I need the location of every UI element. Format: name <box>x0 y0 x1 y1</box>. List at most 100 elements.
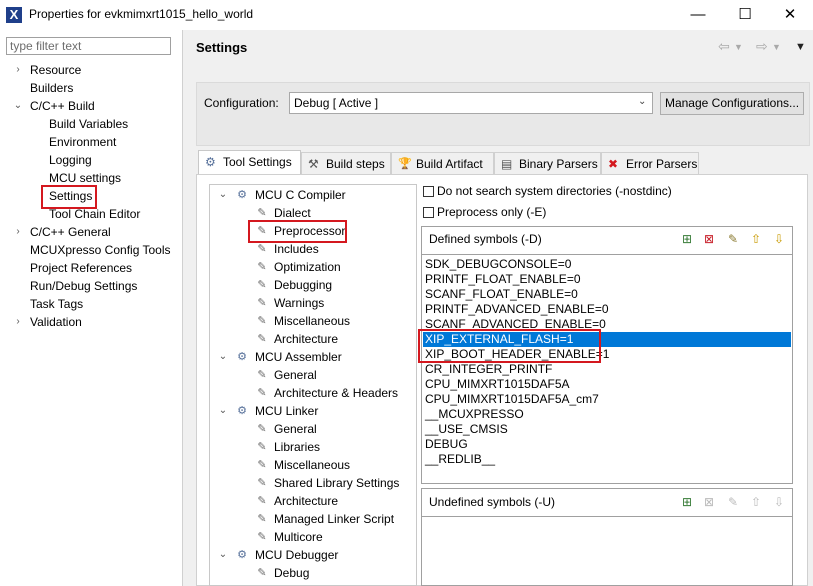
symbol-row[interactable]: __USE_CMSIS <box>425 422 508 437</box>
chevron-down-icon[interactable]: ⌄ <box>12 97 24 115</box>
tab-tool-settings[interactable]: ⚙ Tool Settings <box>198 150 301 175</box>
nav-item[interactable]: Task Tags <box>0 295 182 313</box>
nav-item[interactable]: › C/C++ General <box>0 223 182 241</box>
delete-undefined-symbol-icon[interactable]: ⊠ <box>702 495 716 509</box>
tool-tree-label: Managed Linker Script <box>274 512 395 526</box>
move-down-undefined-icon[interactable]: ⇩ <box>772 495 786 509</box>
back-dropdown-icon[interactable]: ▼ <box>734 42 743 52</box>
move-up-undefined-icon[interactable]: ⇧ <box>749 495 763 509</box>
delete-symbol-icon[interactable]: ⊠ <box>702 232 716 246</box>
tool-tree-label: MCU C Compiler <box>255 188 346 202</box>
symbol-row[interactable]: CR_INTEGER_PRINTF <box>425 362 552 377</box>
close-button[interactable]: ✕ <box>767 0 813 30</box>
symbol-row[interactable]: __MCUXPRESSO <box>425 407 524 422</box>
minimize-button[interactable]: — <box>675 0 721 30</box>
option-page-icon: ✎ <box>257 279 267 291</box>
tab-build-artifact[interactable]: 🏆 Build Artifact <box>391 152 494 174</box>
nav-item[interactable]: › Validation <box>0 313 182 331</box>
nav-item[interactable]: Builders <box>0 79 182 97</box>
configuration-value: Debug [ Active ] <box>294 96 379 110</box>
forward-arrow-icon[interactable]: ⇨ <box>756 38 768 55</box>
nav-item-label: Builders <box>30 81 74 95</box>
chevron-down-icon[interactable]: ⌄ <box>217 546 229 564</box>
symbol-row[interactable]: CPU_MIMXRT1015DAF5A_cm7 <box>425 392 599 407</box>
tool-tree-category[interactable]: ⌄ ⚙ MCU Assembler <box>213 348 413 366</box>
option-page-icon: ✎ <box>257 513 267 525</box>
tool-tree-label: Multicore <box>274 530 323 544</box>
tool-tree-item[interactable]: ✎ Debug <box>213 564 413 582</box>
tool-tree-item[interactable]: ✎ Architecture & Headers <box>213 384 413 402</box>
nav-item[interactable]: MCUXpresso Config Tools <box>0 241 182 259</box>
tool-tree-item[interactable]: ✎ Architecture <box>213 492 413 510</box>
chevron-right-icon[interactable]: › <box>12 313 24 331</box>
add-symbol-icon[interactable]: ⊞ <box>680 232 694 246</box>
nav-item[interactable]: Logging <box>0 151 182 169</box>
tool-tree-item[interactable]: ✎ Warnings <box>213 294 413 312</box>
tab-error-parsers[interactable]: ✖ Error Parsers <box>601 152 699 174</box>
tool-tree-item[interactable]: ✎ General <box>213 420 413 438</box>
nostdinc-checkbox[interactable] <box>423 186 434 197</box>
add-undefined-symbol-icon[interactable]: ⊞ <box>680 495 694 509</box>
chevron-down-icon[interactable]: ⌄ <box>217 186 229 204</box>
tool-tree-item[interactable]: ✎ Architecture <box>213 330 413 348</box>
tool-tree-item[interactable]: ✎ Libraries <box>213 438 413 456</box>
window-title: Properties for evkmimxrt1015_hello_world <box>29 7 254 21</box>
option-page-icon: ✎ <box>257 477 267 489</box>
option-page-icon: ✎ <box>257 423 267 435</box>
nav-item[interactable]: › Resource <box>0 61 182 79</box>
tool-tree-item[interactable]: ✎ Miscellaneous <box>213 312 413 330</box>
chevron-right-icon[interactable]: › <box>12 61 24 79</box>
move-down-icon[interactable]: ⇩ <box>772 232 786 246</box>
tab-binary-parsers[interactable]: ▤ Binary Parsers <box>494 152 601 174</box>
pane-divider[interactable] <box>182 30 183 586</box>
option-page-icon: ✎ <box>257 261 267 273</box>
edit-symbol-icon[interactable]: ✎ <box>726 232 740 246</box>
nav-item[interactable]: Environment <box>0 133 182 151</box>
tool-tree-item[interactable]: ✎ Managed Linker Script <box>213 510 413 528</box>
nav-item[interactable]: ⌄ C/C++ Build <box>0 97 182 115</box>
tool-tree-item[interactable]: ✎ Multicore <box>213 528 413 546</box>
maximize-button[interactable]: ☐ <box>722 0 768 30</box>
back-arrow-icon[interactable]: ⇦ <box>718 38 730 55</box>
tab-build-steps[interactable]: ⚒ Build steps <box>301 152 391 174</box>
tool-tree-label: MCU Debugger <box>255 548 339 562</box>
nav-item[interactable]: Project References <box>0 259 182 277</box>
filter-input[interactable] <box>6 37 171 55</box>
manage-configurations-button[interactable]: Manage Configurations... <box>660 92 804 115</box>
tab-label: Build steps <box>326 157 385 171</box>
tab-label: Tool Settings <box>223 155 292 169</box>
symbol-row[interactable]: PRINTF_FLOAT_ENABLE=0 <box>425 272 581 287</box>
tool-tree-item[interactable]: ✎ Optimization <box>213 258 413 276</box>
symbol-row[interactable]: SCANF_FLOAT_ENABLE=0 <box>425 287 578 302</box>
symbol-row[interactable]: PRINTF_ADVANCED_ENABLE=0 <box>425 302 609 317</box>
forward-dropdown-icon[interactable]: ▼ <box>772 42 781 52</box>
tool-tree-category[interactable]: ⌄ ⚙ MCU C Compiler <box>213 186 413 204</box>
symbol-row[interactable]: __REDLIB__ <box>425 452 495 467</box>
option-page-icon: ✎ <box>257 495 267 507</box>
nav-item[interactable]: Run/Debug Settings <box>0 277 182 295</box>
tool-tree-item[interactable]: ✎ General <box>213 366 413 384</box>
nav-item[interactable]: Build Variables <box>0 115 182 133</box>
symbol-row[interactable]: CPU_MIMXRT1015DAF5A <box>425 377 570 392</box>
symbol-row[interactable]: SDK_DEBUGCONSOLE=0 <box>425 257 571 272</box>
chevron-down-icon[interactable]: ⌄ <box>217 402 229 420</box>
tool-tree-category[interactable]: ⌄ ⚙ MCU Linker <box>213 402 413 420</box>
preprocess-only-checkbox[interactable] <box>423 207 434 218</box>
defined-symbols-title: Defined symbols (-D) <box>429 232 542 246</box>
tool-tree-label: Optimization <box>274 260 341 274</box>
tool-tree-label: MCU Assembler <box>255 350 342 364</box>
tool-tree-item[interactable]: ✎ Shared Library Settings <box>213 474 413 492</box>
tool-tree-label: Architecture <box>274 494 339 508</box>
tool-tree-item[interactable]: ✎ Miscellaneous <box>213 456 413 474</box>
tool-tree-label: Architecture <box>274 332 339 346</box>
tool-gear-icon: ⚙ <box>237 351 247 363</box>
tool-tree-item[interactable]: ✎ Debugging <box>213 276 413 294</box>
chevron-down-icon[interactable]: ⌄ <box>217 348 229 366</box>
edit-undefined-symbol-icon[interactable]: ✎ <box>726 495 740 509</box>
chevron-right-icon[interactable]: › <box>12 223 24 241</box>
move-up-icon[interactable]: ⇧ <box>749 232 763 246</box>
symbol-row[interactable]: DEBUG <box>425 437 468 452</box>
tool-tree-category[interactable]: ⌄ ⚙ MCU Debugger <box>213 546 413 564</box>
page-title: Settings <box>196 40 248 55</box>
view-menu-icon[interactable]: ▼ <box>795 41 806 53</box>
